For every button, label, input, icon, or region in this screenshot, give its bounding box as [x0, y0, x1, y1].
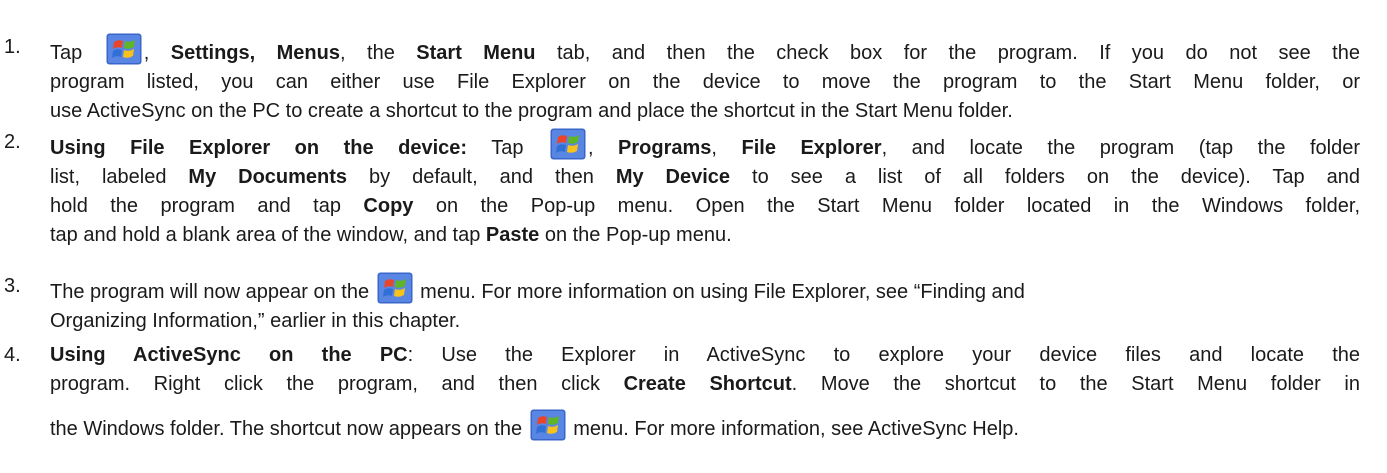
windows-start-flag-icon [530, 409, 566, 441]
step-number: 3. [4, 275, 21, 297]
windows-start-flag-icon [377, 272, 413, 304]
step-number: 4. [4, 344, 21, 366]
step-number: 1. [4, 36, 21, 58]
step-text: The program will now appear on the menu.… [50, 272, 1360, 336]
step-text: Using File Explorer on the device: Tap ,… [50, 128, 1360, 250]
step-text: Tap , Settings, Menus, the Start Menu ta… [50, 33, 1360, 126]
windows-start-flag-icon [550, 128, 586, 160]
document-page: 1. Tap , Settings, Menus, the Start Menu… [0, 0, 1387, 473]
windows-start-flag-icon [106, 33, 142, 65]
step-number: 2. [4, 131, 21, 153]
step-text: Using ActiveSync on the PC: Use the Expl… [50, 344, 1361, 441]
